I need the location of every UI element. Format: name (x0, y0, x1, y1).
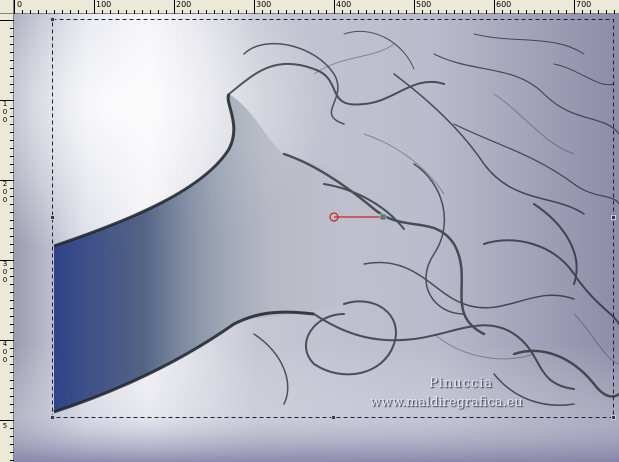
ruler-label-100: 100 (96, 0, 112, 9)
ruler-label-400: 400 (336, 0, 352, 9)
horizontal-ruler[interactable]: 0 100 200 300 400 500 600 700 (0, 0, 619, 14)
image-canvas[interactable]: Pinuccia www.maldiregrafica.eu (14, 14, 619, 462)
vertical-ruler-ticks (0, 20, 14, 461)
ruler-label-200: 200 (176, 0, 192, 9)
ruler-label-600: 600 (496, 0, 512, 9)
watermark-author: Pinuccia (429, 376, 494, 391)
watermark-url: www.maldiregrafica.eu (370, 395, 523, 410)
ruler-label-300: 300 (256, 0, 272, 9)
ruler-label-500: 500 (416, 0, 432, 9)
vertical-ruler[interactable]: 1 0 0 2 0 0 3 0 0 4 0 0 5 (0, 14, 14, 462)
ruler-label-v500: 5 (2, 422, 8, 430)
ruler-label-v200: 2 0 0 (2, 180, 8, 204)
transform-handle-bottom-right[interactable] (611, 415, 616, 420)
ruler-corner (0, 0, 14, 14)
ruler-label-v100: 1 0 0 (2, 100, 8, 124)
ruler-label-v300: 3 0 0 (2, 260, 8, 284)
smoke-artwork (14, 14, 619, 462)
transform-handle-mid-left[interactable] (50, 215, 55, 220)
transform-handle-top-left[interactable] (50, 17, 55, 22)
transform-handle-bottom-mid[interactable] (331, 415, 336, 420)
ruler-label-700: 700 (576, 0, 592, 9)
horizontal-ruler-ticks (14, 0, 615, 14)
ruler-label-v400: 4 0 0 (2, 340, 8, 364)
transform-handle-mid-right[interactable] (611, 215, 616, 220)
transform-handle-bottom-left[interactable] (50, 415, 55, 420)
ruler-label-0: 0 (17, 0, 23, 9)
